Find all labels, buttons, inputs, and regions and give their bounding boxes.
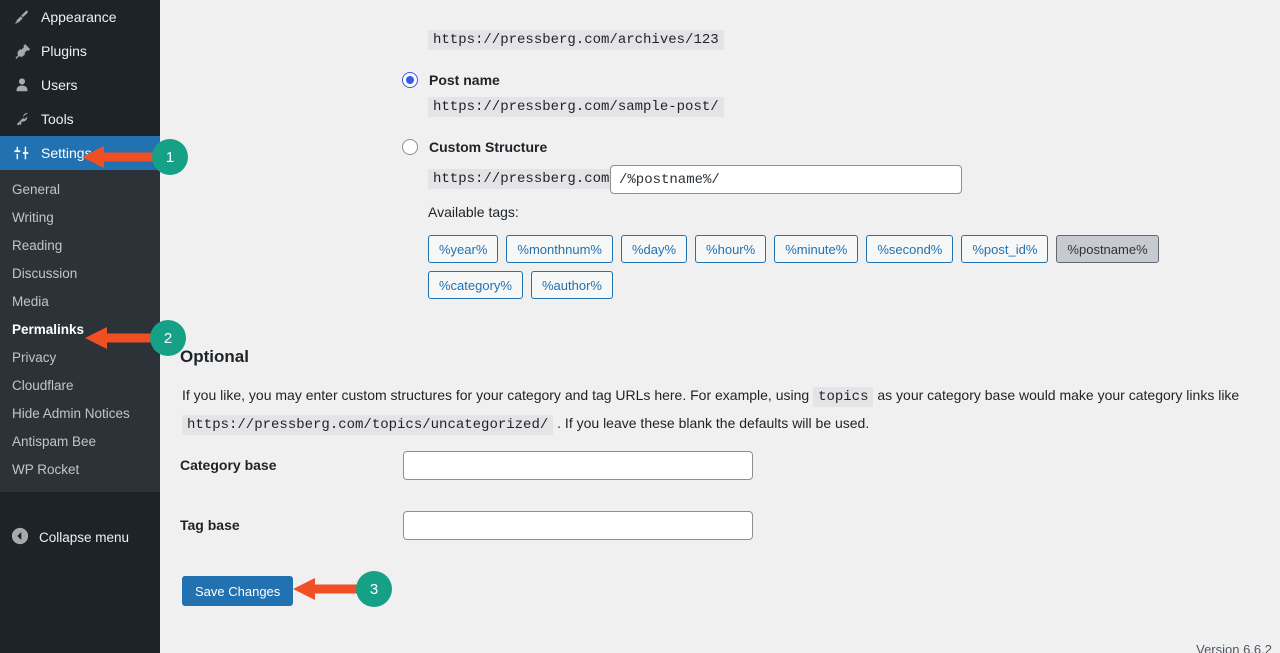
annotation-badge-1-label: 1 [165,148,175,166]
user-icon [12,75,32,95]
annotation-badge-2: 2 [150,320,186,356]
tag-base-input[interactable] [403,511,753,540]
sidebar-item-tools[interactable]: Tools [0,102,160,136]
optional-heading: Optional [180,347,249,366]
custom-structure-url-prefix: https://pressberg.com [428,169,615,189]
sidebar-item-appearance[interactable]: Appearance [0,0,160,34]
paintbrush-icon [12,7,32,27]
annotation-badge-3-label: 3 [369,580,379,598]
sidebar-subitem-cloudflare[interactable]: Cloudflare [0,372,160,400]
collapse-menu-label: Collapse menu [39,529,130,545]
sidebar-item-label: Plugins [41,43,87,59]
tag-button-monthnum[interactable]: %monthnum% [506,235,613,263]
tag-button-post_id[interactable]: %post_id% [961,235,1049,263]
save-changes-button[interactable]: Save Changes [182,576,294,606]
sidebar-subitem-general[interactable]: General [0,176,160,204]
sliders-icon [12,143,32,163]
tag-button-postname[interactable]: %postname% [1056,235,1159,263]
custom-structure-radio[interactable] [402,139,418,155]
optional-desc-part2: as your category base would make your ca… [877,387,1240,403]
sidebar-subitem-discussion[interactable]: Discussion [0,260,160,288]
optional-description: If you like, you may enter custom struct… [182,382,1242,438]
version-text: Version 6.6.2 [1196,642,1272,653]
annotation-badge-3: 3 [356,571,392,607]
sidebar-subitem-reading[interactable]: Reading [0,232,160,260]
sidebar-item-users[interactable]: Users [0,68,160,102]
tag-button-day[interactable]: %day% [620,235,688,263]
collapse-menu-button[interactable]: Collapse menu [0,520,160,554]
main-content: https://pressberg.com/archives/123 Post … [160,0,1280,653]
optional-desc-part3: . If you leave these blank the defaults … [557,415,870,431]
tag-button-category[interactable]: %category% [428,271,523,299]
wrench-icon [12,109,32,129]
sidebar-subitem-wp-rocket[interactable]: WP Rocket [0,456,160,484]
tag-button-author[interactable]: %author% [530,271,613,299]
wordpress-admin-screen: Appearance Plugins Users Tools Settings Gene… [0,0,1280,653]
post-name-radio[interactable] [402,72,418,88]
sidebar-item-plugins[interactable]: Plugins [0,34,160,68]
post-name-option[interactable]: Post name [402,72,500,88]
annotation-badge-1: 1 [152,139,188,175]
sidebar-item-label: Appearance [41,9,117,25]
tag-button-minute[interactable]: %minute% [774,235,859,263]
tag-button-second[interactable]: %second% [866,235,954,263]
tag-button-hour[interactable]: %hour% [695,235,767,263]
sidebar-subitem-antispam-bee[interactable]: Antispam Bee [0,428,160,456]
tag-base-label: Tag base [180,517,240,533]
post-name-example-url: https://pressberg.com/sample-post/ [428,97,724,117]
category-base-input[interactable] [403,451,753,480]
post-name-label: Post name [429,72,500,88]
custom-structure-option[interactable]: Custom Structure [402,139,547,155]
available-tags-row-1: %year% %monthnum% %day% %hour% %minute% %seco… [428,235,1159,263]
sidebar-item-label: Users [41,77,78,93]
available-tags-label: Available tags: [428,204,519,220]
sidebar-subitem-writing[interactable]: Writing [0,204,160,232]
sidebar-footer: Collapse menu [0,500,160,653]
optional-desc-code1: topics [813,387,874,407]
custom-structure-label: Custom Structure [429,139,548,155]
chevron-left-circle-icon [11,527,29,548]
numeric-example-url: https://pressberg.com/archives/123 [428,30,724,50]
plug-icon [12,41,32,61]
sidebar-subitem-media[interactable]: Media [0,288,160,316]
category-base-label: Category base [180,457,277,473]
tag-button-year[interactable]: %year% [428,235,499,263]
optional-desc-part1: If you like, you may enter custom struct… [182,387,810,403]
available-tags-row-2: %category% %author% [428,271,613,299]
annotation-badge-2-label: 2 [163,329,173,347]
sidebar-subitem-hide-admin-notices[interactable]: Hide Admin Notices [0,400,160,428]
custom-structure-input[interactable] [610,165,962,194]
sidebar-main-menu: Appearance Plugins Users Tools Settings [0,0,160,170]
sidebar-item-label: Tools [41,111,74,127]
optional-desc-code2: https://pressberg.com/topics/uncategoriz… [182,415,554,435]
